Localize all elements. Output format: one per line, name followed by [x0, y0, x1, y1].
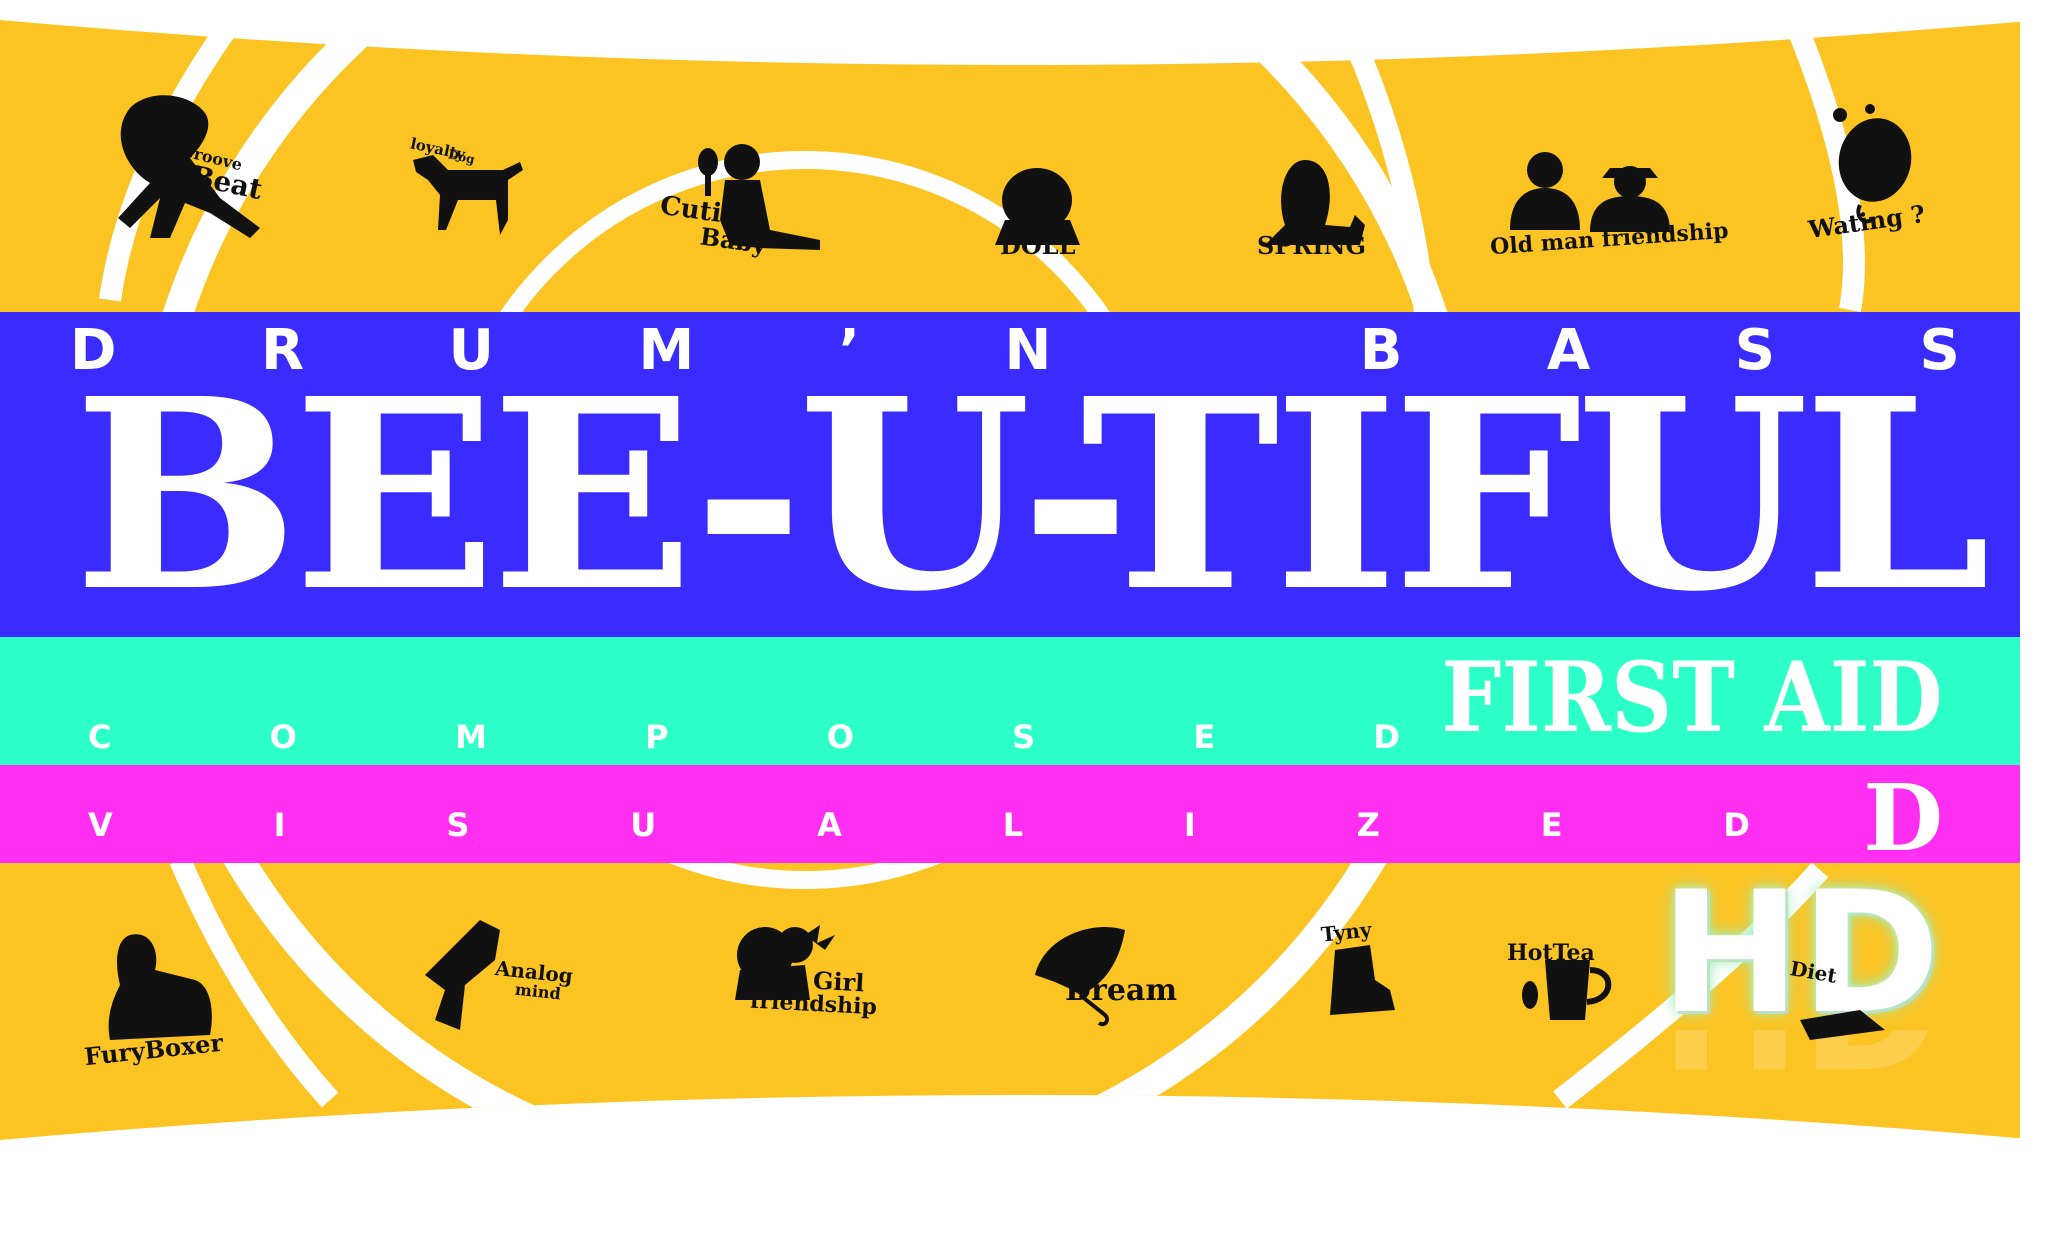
- letter: S: [446, 806, 470, 844]
- girl-friendship-item: Girl friendship: [725, 915, 878, 1025]
- letter: D: [1373, 718, 1400, 756]
- waiting-item: Wating ?: [1800, 95, 1940, 245]
- dream-item: Dream: [1025, 915, 1195, 1035]
- letter: I: [273, 806, 286, 844]
- letter: A: [817, 806, 842, 844]
- spring-item: SPRING: [1255, 155, 1375, 265]
- letter: V: [88, 806, 113, 844]
- loyalty-dog-item: loyalty Dog: [408, 134, 528, 240]
- letter: M: [455, 718, 487, 756]
- cutie-baby-item: Cutie Baby: [658, 140, 830, 260]
- hot-tea-item: HotTea: [1505, 940, 1635, 1040]
- doll-item: DOLL: [985, 165, 1095, 265]
- letter: E: [1540, 806, 1563, 844]
- letter: P: [645, 718, 669, 756]
- visualized-line: V I S U A L I Z E D: [0, 806, 2020, 844]
- tyny-item: Tyny: [1315, 917, 1425, 1030]
- icon-caption: DOLL: [1000, 231, 1076, 260]
- letter: I: [1183, 806, 1196, 844]
- old-man-friendship-item: Old man friendship: [1489, 140, 1729, 260]
- groove-beat-item: Groove Beat: [90, 88, 265, 248]
- letter: Z: [1356, 806, 1380, 844]
- artist-name: FIRST AID: [1441, 641, 1943, 754]
- main-title: BEE-U-TIFUL: [73, 341, 1991, 649]
- letter: O: [826, 718, 854, 756]
- letter: S: [1012, 718, 1036, 756]
- letter: O: [269, 718, 297, 756]
- diet-item: Diet: [1788, 956, 1900, 1050]
- fury-boxer-item: FuryBoxer: [80, 925, 230, 1075]
- title-card: D R U M ’ N B A S S BEE-U-TIFUL C O M P …: [0, 0, 2055, 1258]
- letter: L: [1002, 806, 1024, 844]
- icon-caption: Dream: [1065, 973, 1178, 1008]
- letter: U: [630, 806, 657, 844]
- analog-mind-item: Analog mind: [420, 910, 580, 1040]
- visualized-tail-letter: D: [1863, 764, 1943, 872]
- letter: D: [1723, 806, 1750, 844]
- letter: C: [88, 718, 112, 756]
- icon-caption: SPRING: [1257, 231, 1366, 260]
- icon-caption: HotTea: [1507, 940, 1595, 966]
- letter: E: [1193, 718, 1216, 756]
